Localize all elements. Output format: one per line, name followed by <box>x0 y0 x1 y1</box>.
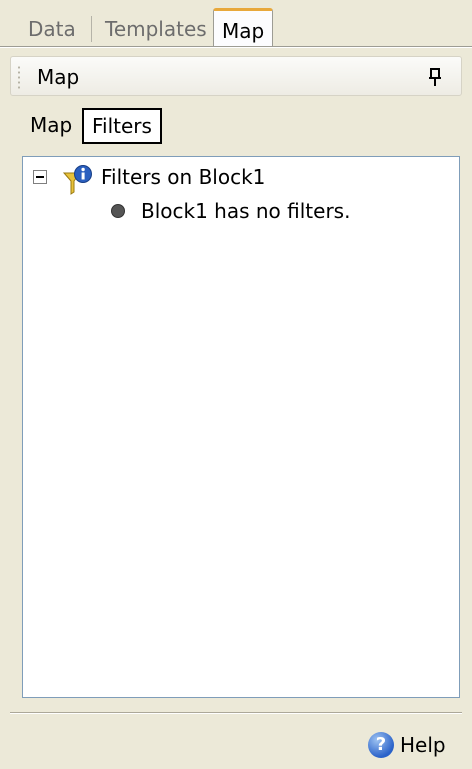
pane-title: Map <box>37 65 80 89</box>
tree-child-label[interactable]: Block1 has no filters. <box>141 197 350 225</box>
outer-tab-strip: Data Templates Map <box>0 0 472 48</box>
pin-icon[interactable] <box>427 65 443 89</box>
subtab-filters[interactable]: Filters <box>82 108 162 144</box>
help-button[interactable]: ? Help <box>368 730 452 760</box>
tab-strip-baseline <box>0 46 472 48</box>
help-label: Help <box>400 733 446 757</box>
drag-grip-icon[interactable] <box>17 65 21 89</box>
bullet-icon <box>111 204 125 218</box>
collapse-icon[interactable] <box>33 170 47 184</box>
tab-templates[interactable]: Templates <box>97 12 215 46</box>
tab-divider <box>91 16 92 42</box>
pane-header: Map <box>10 56 462 96</box>
footer-divider <box>10 712 462 714</box>
help-icon: ? <box>368 732 394 758</box>
subtab-map[interactable]: Map <box>22 108 80 144</box>
filter-tree: Filters on Block1 Block1 has no filters. <box>22 156 460 698</box>
tab-data[interactable]: Data <box>20 12 84 46</box>
map-panel: Data Templates Map Map Map Filters Filte… <box>0 0 472 769</box>
tab-map[interactable]: Map <box>213 8 274 48</box>
filter-info-icon <box>62 165 93 195</box>
tree-root-label[interactable]: Filters on Block1 <box>101 163 265 191</box>
